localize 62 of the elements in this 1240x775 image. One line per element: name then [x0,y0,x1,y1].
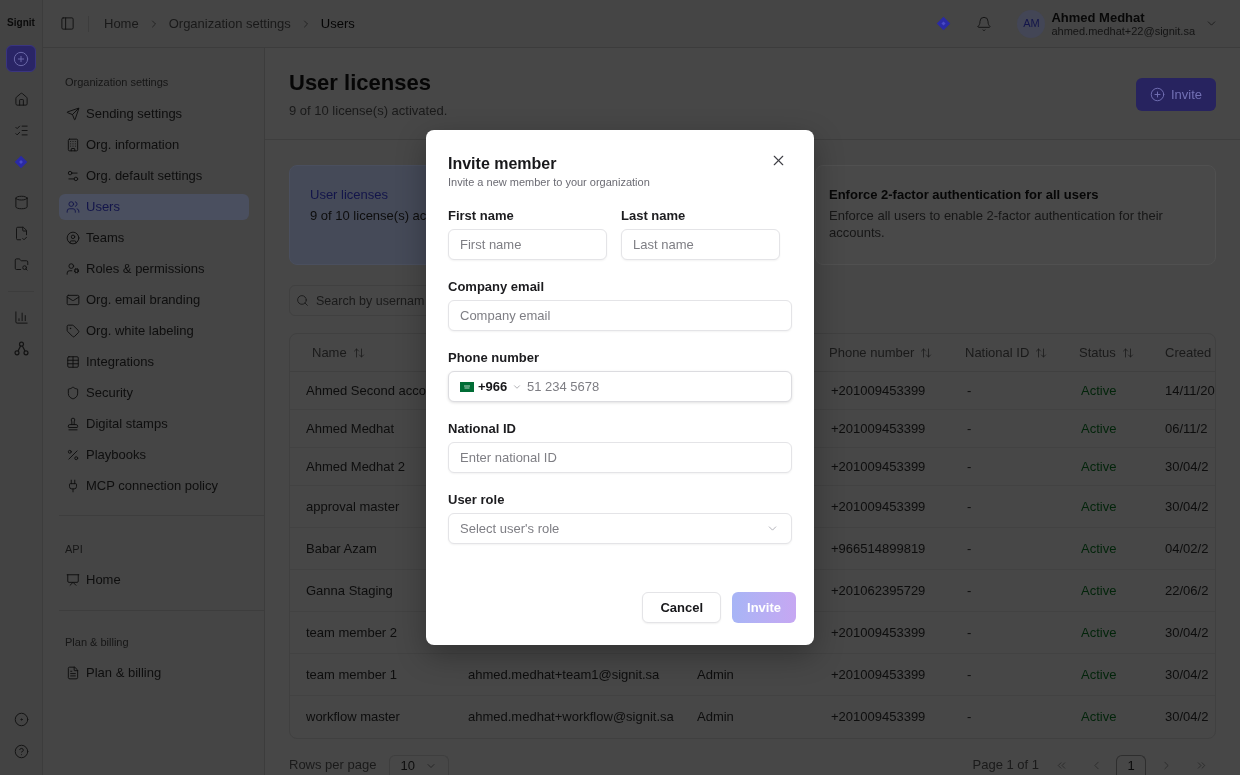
table-cell: 30/04/2 [1165,709,1209,725]
table-cell: - [967,624,972,641]
table-cell: ahmed.medhat+workflow@signit.sa [468,709,674,725]
table-cell: 30/04/2 [1165,458,1209,475]
table-cell: +966514899819 [831,540,926,557]
status-cell: Active [1081,540,1117,557]
table-cell: - [967,540,972,557]
table-cell: team member 1 [306,666,398,683]
table-cell: Ahmed Medhat 2 [306,458,405,475]
status-cell: Active [1081,420,1117,437]
field-label: Phone number [448,350,539,366]
page-title: User licenses [289,69,431,97]
dialog-title: Invite member [448,154,557,174]
table-cell: - [967,382,972,399]
table-cell: - [967,709,972,725]
table-cell: workflow master [306,709,400,725]
table-cell: +201009453399 [831,666,926,683]
table-cell: Ahmed Second acco [306,382,426,399]
status-cell: Active [1081,382,1117,399]
table-cell: 22/06/2 [1165,582,1209,599]
table-cell: Ahmed Medhat [306,420,395,437]
field-label: National ID [448,421,516,437]
table-cell: 06/11/2 [1165,420,1208,437]
user-name: Ahmed Medhat [1051,9,1146,25]
status-cell: Active [1081,582,1117,599]
table-cell: +201009453399 [831,709,926,725]
table-cell: 30/04/2 [1165,624,1209,641]
table-cell: approval master [306,498,400,515]
status-cell: Active [1081,498,1117,515]
table-cell: - [967,666,972,683]
table-cell: +201009453399 [831,382,926,399]
table-cell: team member 2 [306,624,398,641]
field-label: Company email [448,279,545,295]
table-cell: 30/04/2 [1165,498,1209,515]
table-cell: +201062395729 [831,582,926,599]
card-title: Enforce 2-factor authentication for all users [829,186,1099,204]
status-cell: Active [1081,624,1117,641]
status-cell: Active [1081,458,1117,475]
status-cell: Active [1081,666,1117,683]
card-text: 9 of 10 license(s) ac [310,207,427,224]
table-cell: 14/11/20 [1165,382,1215,399]
field-label: Last name [621,208,686,224]
table-cell: - [967,582,972,599]
table-cell: - [967,458,972,475]
table-cell: - [967,498,972,515]
table-cell: +201009453399 [831,498,926,515]
field-label: User role [448,492,505,508]
table-cell: Ganna Staging [306,582,393,599]
table-cell: ahmed.medhat+team1@signit.sa [468,666,660,683]
status-cell: Active [1081,709,1117,725]
table-cell: Admin [697,666,734,683]
table-cell: 04/02/2 [1165,540,1209,557]
table-cell: Babar Azam [306,540,377,557]
table-cell: +201009453399 [831,624,926,641]
logo: Signit [7,16,35,29]
table-cell: - [967,420,972,437]
table-cell: +201009453399 [831,420,926,437]
dialog-subtitle: Invite a new member to your organization [448,175,650,189]
table-cell: +201009453399 [831,458,926,475]
field-label: First name [448,208,514,224]
table-cell: 30/04/2 [1165,666,1209,683]
table-cell: Admin [697,709,734,725]
